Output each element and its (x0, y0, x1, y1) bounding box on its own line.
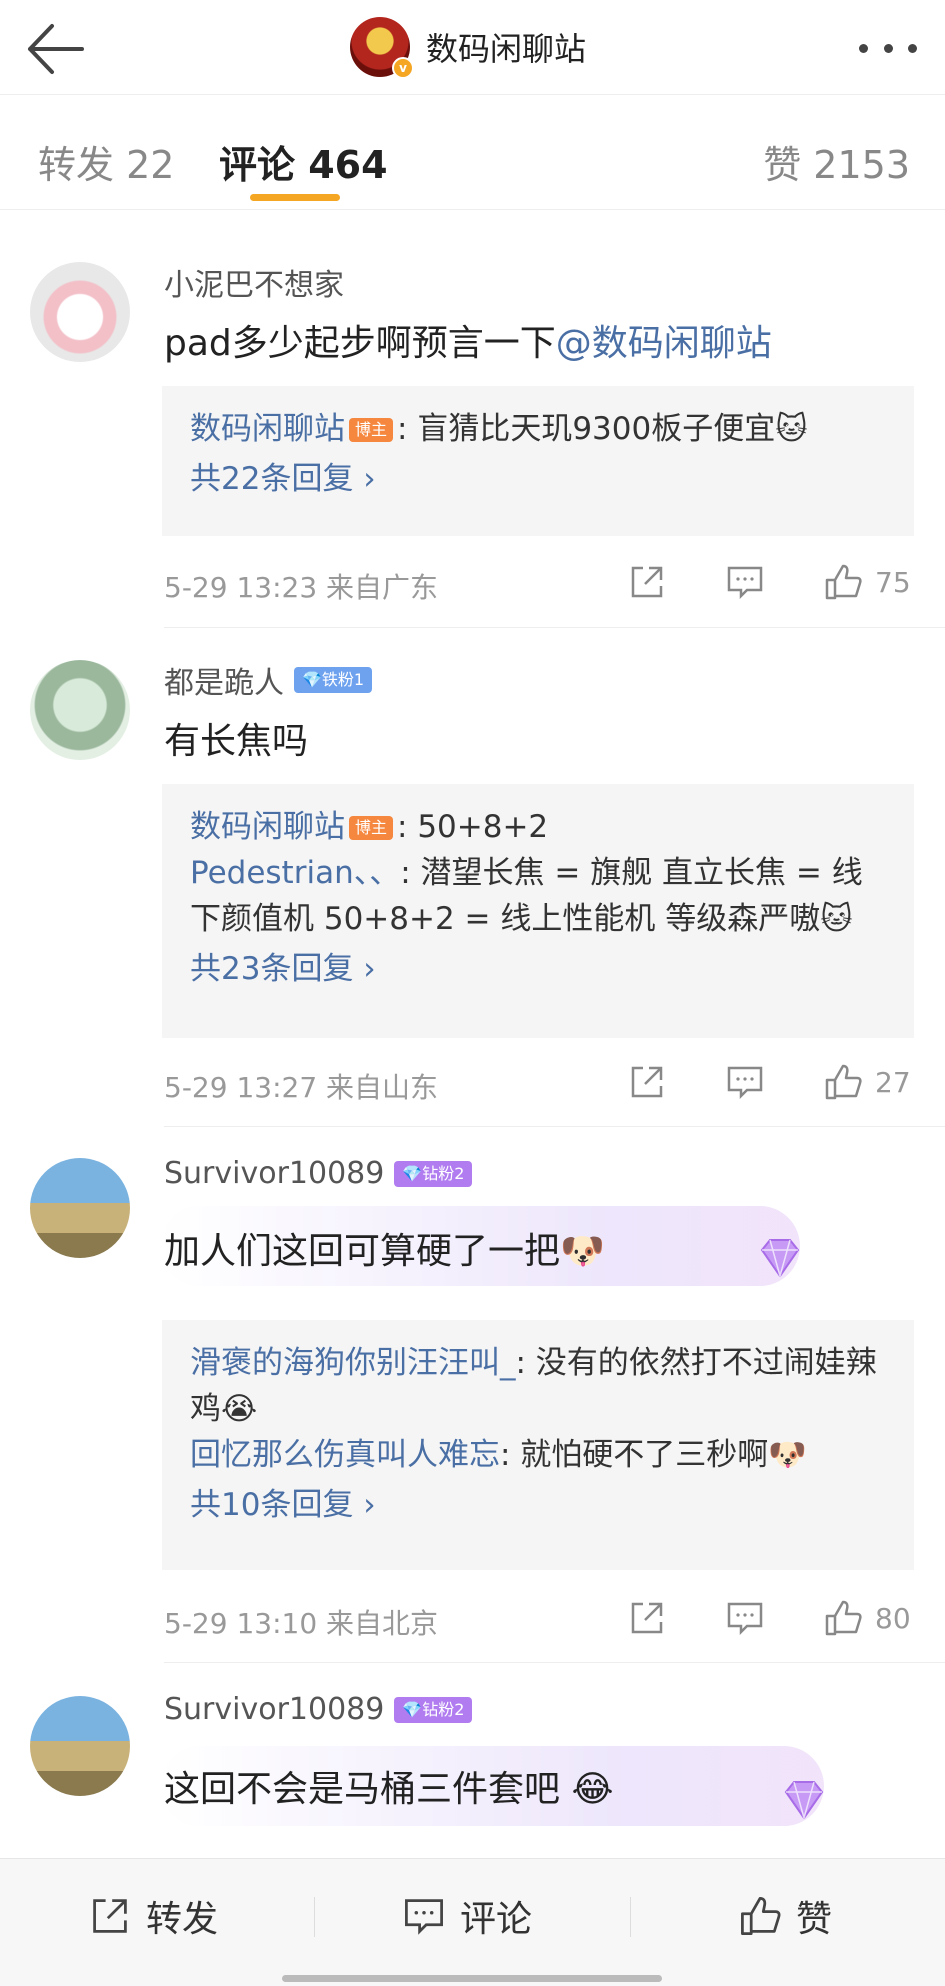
back-arrow-icon[interactable] (22, 14, 92, 84)
like-button[interactable]: 赞 (738, 1891, 832, 1941)
tab-comments[interactable]: 评论 464 (219, 134, 388, 189)
share-icon[interactable] (627, 1598, 667, 1638)
like-icon[interactable] (823, 1598, 863, 1638)
avatar[interactable] (30, 262, 130, 362)
verified-badge-icon: v (392, 57, 414, 79)
comment-actions: 27 (569, 1062, 915, 1102)
comment-icon[interactable] (725, 562, 765, 602)
like-icon[interactable] (823, 562, 863, 602)
avatar[interactable] (30, 1696, 130, 1796)
comment-text: 有长焦吗 (164, 721, 309, 762)
reply-line: Pedestrian、、: 潜望长焦 = 旗舰 直立长焦 = 线下颜值机 50+… (190, 850, 886, 942)
divider (164, 1662, 945, 1663)
reply-line: 滑褒的海狗你别汪汪叫_: 没有的依然打不过闹娃辣鸡😭 (190, 1340, 886, 1432)
comment-text: 加人们这回可算硬了一把🐶 (164, 1231, 605, 1272)
divider (164, 627, 945, 628)
reply-preview[interactable]: 数码闲聊站 博主: 50+8+2 Pedestrian、、: 潜望长焦 = 旗舰 … (162, 784, 914, 1038)
like-count: 80 (875, 1601, 911, 1635)
like-icon[interactable] (823, 1062, 863, 1102)
tabs-bar: 转发 22 评论 464 赞 2153 (0, 96, 945, 210)
comment-username-row: Survivor10089 💎钻粉2 (164, 1156, 473, 1191)
comment-username-row: 都是跪人 💎铁粉1 (164, 658, 373, 702)
top-bar: v 数码闲聊站 (0, 0, 945, 95)
comment-icon[interactable] (725, 1598, 765, 1638)
reply-author[interactable]: 数码闲聊站 (190, 411, 345, 447)
diamond-icon (760, 1239, 800, 1279)
home-indicator (282, 1975, 662, 1982)
header-account[interactable]: v 数码闲聊站 (350, 8, 586, 86)
comment-label: 评论 (460, 1899, 533, 1940)
avatar[interactable] (30, 660, 130, 760)
comment-meta: 5-29 13:23 来自广东 (164, 571, 439, 604)
bottom-divider (630, 1897, 631, 1937)
more-replies-link[interactable]: 共23条回复 › (190, 946, 886, 992)
tab-likes[interactable]: 赞 2153 (763, 134, 910, 189)
share-icon[interactable] (627, 562, 667, 602)
comment-meta: 5-29 13:27 来自山东 (164, 1071, 439, 1104)
comment-button[interactable]: 评论 (402, 1891, 532, 1941)
fan-badge: 💎钻粉2 (394, 1160, 473, 1187)
like-count: 27 (875, 1065, 911, 1099)
reply-text: : 50+8+2 (397, 809, 549, 845)
more-replies-link[interactable]: 共10条回复 › (190, 1482, 886, 1528)
comment-username-row: Survivor10089 💎钻粉2 (164, 1692, 473, 1727)
account-avatar[interactable]: v (350, 17, 414, 79)
bottom-divider (314, 1897, 315, 1937)
share-icon[interactable] (627, 1062, 667, 1102)
tab-repost[interactable]: 转发 22 (38, 134, 174, 189)
comment-icon[interactable] (725, 1062, 765, 1102)
comment-text: 这回不会是马桶三件套吧 😂 (164, 1769, 614, 1810)
more-replies-link[interactable]: 共22条回复 › (190, 456, 886, 502)
reply-line: 数码闲聊站 博主: 盲猜比天玑9300板子便宜🐱 (190, 406, 886, 452)
comment-body: pad多少起步啊预言一下 (164, 323, 556, 364)
reply-text: : 就怕硬不了三秒啊🐶 (500, 1437, 807, 1473)
more-options-icon[interactable] (853, 28, 923, 68)
blogger-badge: 博主 (349, 816, 394, 840)
comment-username[interactable]: 小泥巴不想家 (164, 260, 344, 304)
fan-badge: 💎铁粉1 (294, 667, 373, 693)
like-label: 赞 (796, 1899, 833, 1940)
comment-icon (405, 1899, 443, 1935)
account-name[interactable]: 数码闲聊站 (426, 24, 586, 70)
comment-username[interactable]: 都是跪人 (164, 658, 284, 702)
comment-actions: 75 (569, 562, 915, 602)
reply-line: 数码闲聊站 博主: 50+8+2 (190, 804, 886, 850)
reply-author[interactable]: 回忆那么伤真叫人难忘 (190, 1437, 500, 1473)
fan-badge: 💎钻粉2 (394, 1696, 473, 1723)
blogger-badge: 博主 (349, 418, 394, 442)
reply-text: : 盲猜比天玑9300板子便宜🐱 (397, 411, 808, 447)
reply-preview[interactable]: 滑褒的海狗你别汪汪叫_: 没有的依然打不过闹娃辣鸡😭 回忆那么伤真叫人难忘: 就… (162, 1320, 914, 1570)
comment-meta: 5-29 13:10 来自北京 (164, 1607, 439, 1640)
like-icon (741, 1897, 781, 1935)
repost-label: 转发 (146, 1899, 219, 1940)
reply-preview[interactable]: 数码闲聊站 博主: 盲猜比天玑9300板子便宜🐱 共22条回复 › (162, 386, 914, 536)
reply-author[interactable]: 数码闲聊站 (190, 809, 345, 845)
mention-link[interactable]: @数码闲聊站 (556, 323, 772, 364)
comment-actions: 80 (569, 1598, 915, 1638)
comment-username[interactable]: Survivor10089 (164, 1692, 384, 1727)
divider (164, 1126, 945, 1127)
reply-author[interactable]: Pedestrian、、 (190, 855, 400, 891)
avatar[interactable] (30, 1158, 130, 1258)
active-tab-indicator (250, 194, 340, 201)
repost-icon (93, 1899, 127, 1933)
repost-button[interactable]: 转发 (88, 1891, 218, 1941)
reply-author[interactable]: 滑褒的海狗你别汪汪叫_ (190, 1345, 516, 1381)
bottom-action-bar: 转发 评论 赞 (0, 1858, 945, 1986)
comment-username[interactable]: Survivor10089 (164, 1156, 384, 1191)
comment-text: pad多少起步啊预言一下@数码闲聊站 (164, 314, 772, 366)
diamond-icon (784, 1781, 824, 1821)
reply-line: 回忆那么伤真叫人难忘: 就怕硬不了三秒啊🐶 (190, 1432, 886, 1478)
like-count: 75 (875, 565, 911, 599)
